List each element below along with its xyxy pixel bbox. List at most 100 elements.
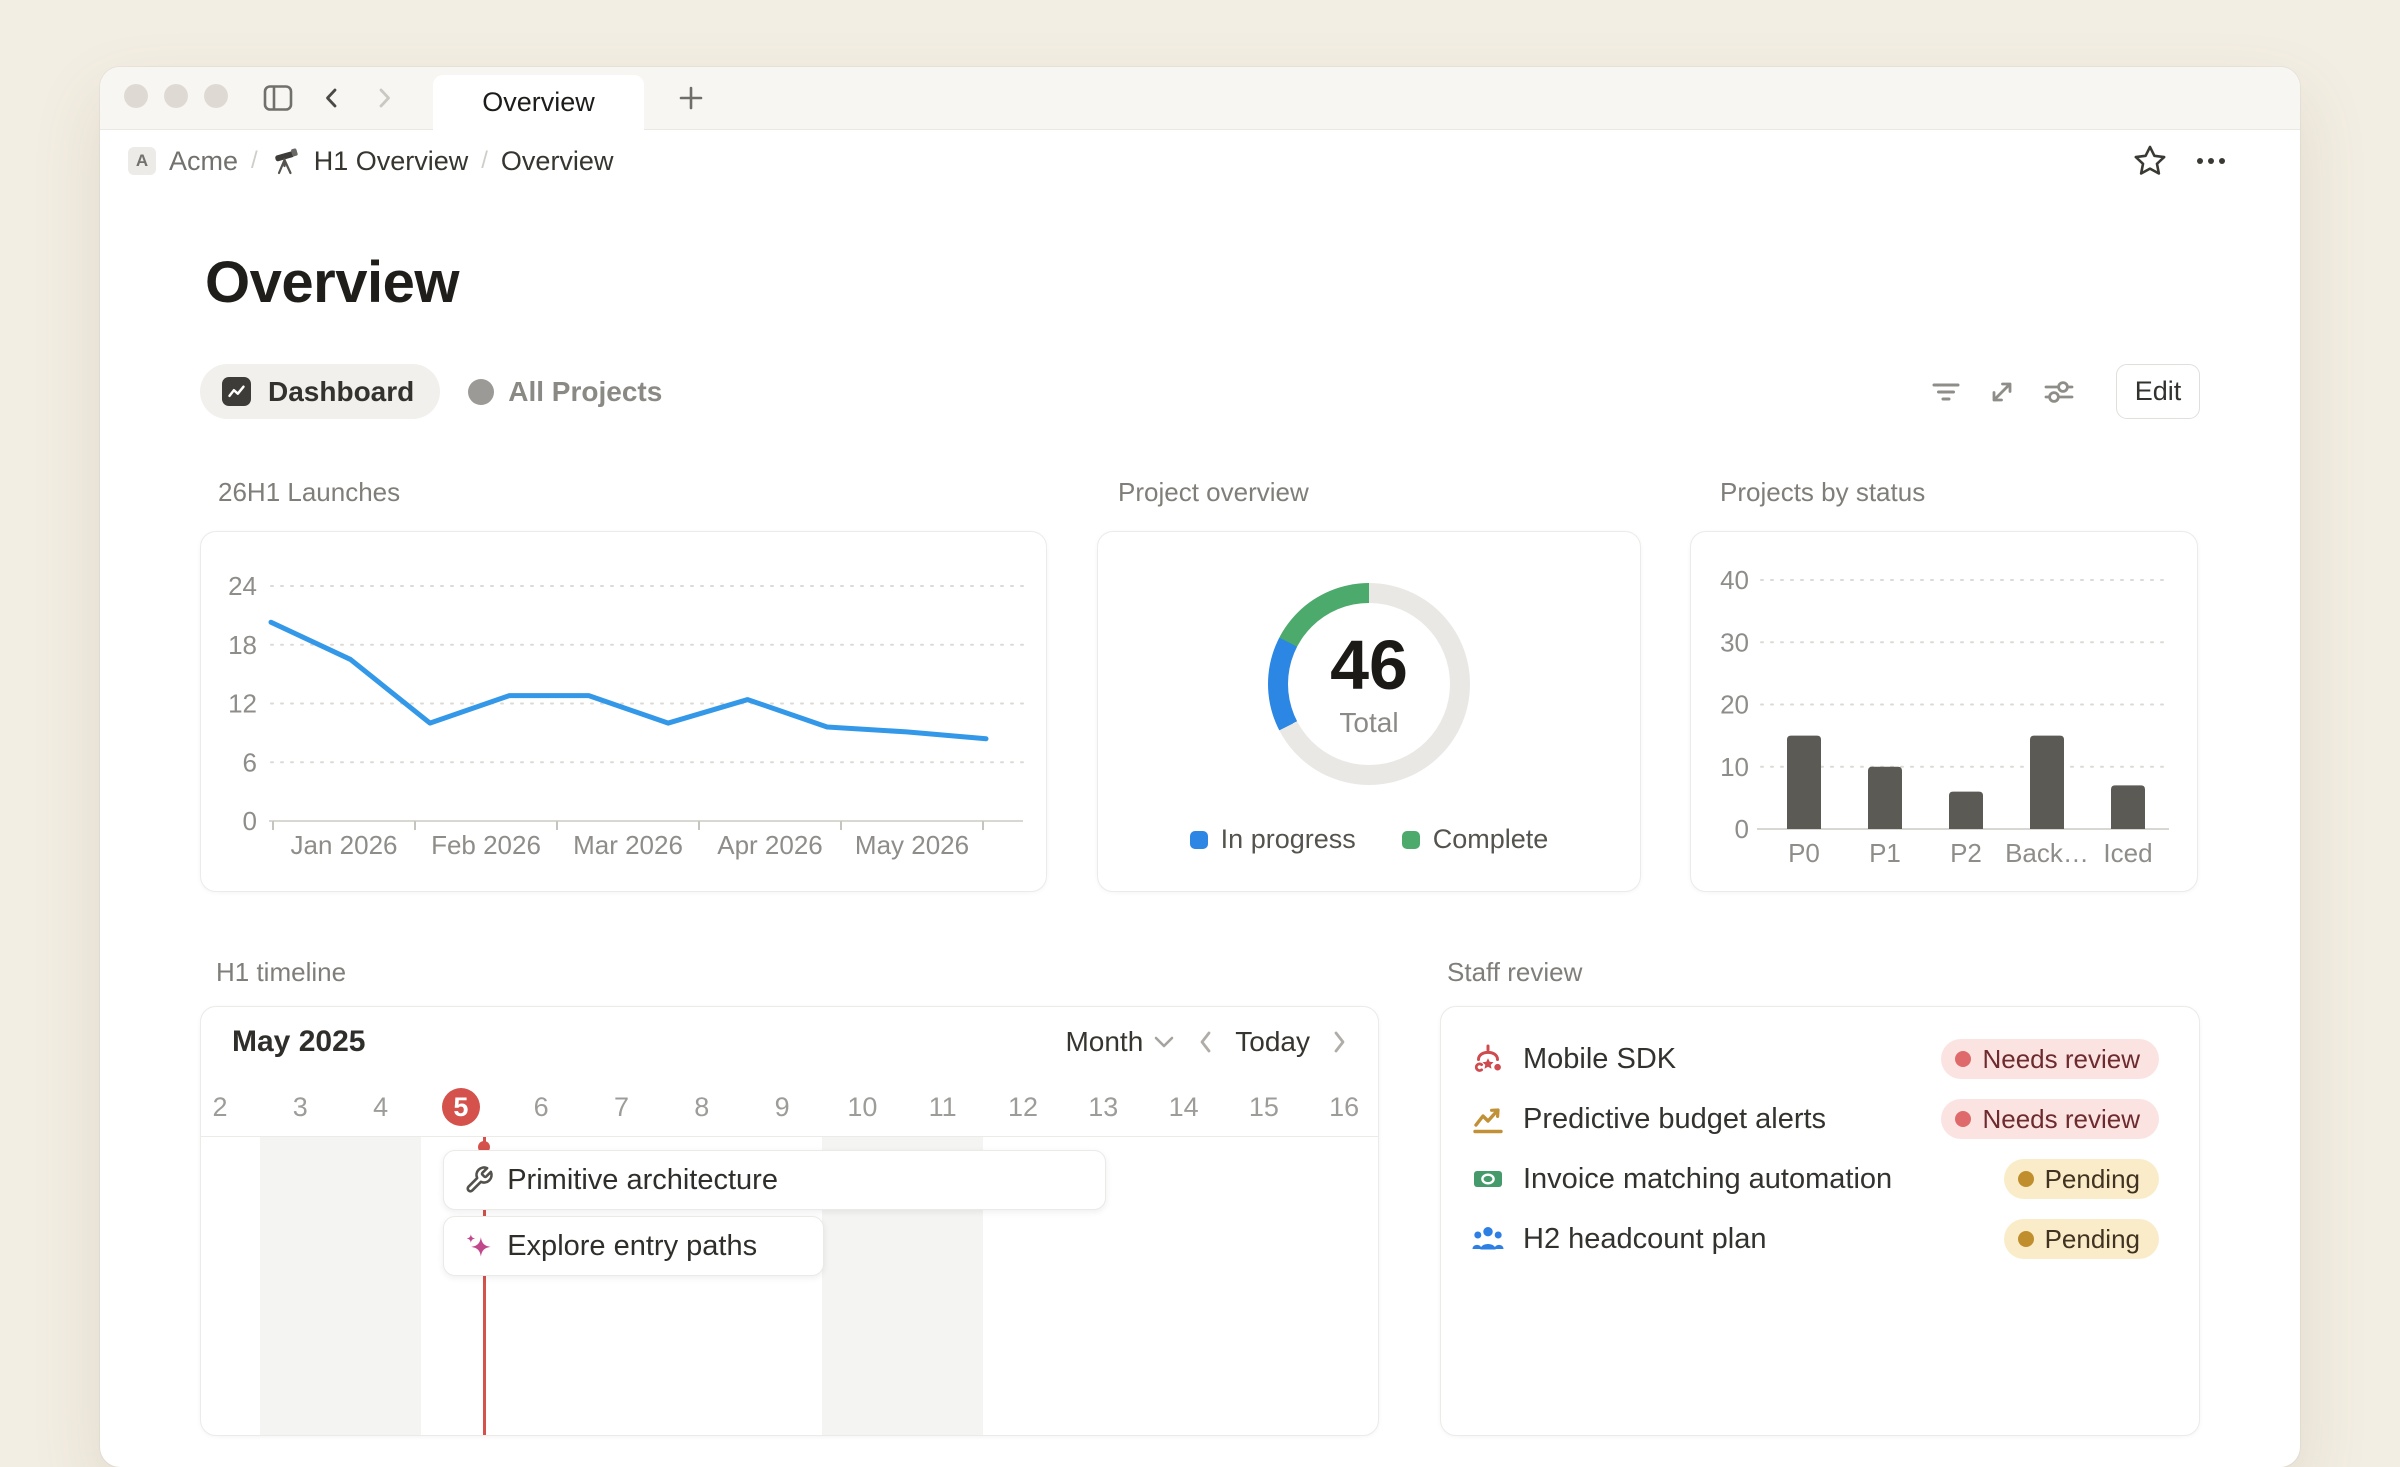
timeline-prev-icon[interactable] [1197,1030,1213,1054]
svg-text:12: 12 [228,689,257,719]
svg-text:0: 0 [243,806,257,836]
more-options-icon[interactable] [2194,155,2228,167]
view-tab-label: Dashboard [268,376,414,408]
chevron-down-icon [1153,1035,1175,1049]
window-zoom-button[interactable] [204,84,228,108]
status-badge[interactable]: Pending [2004,1219,2159,1259]
donut-total-caption: Total [1339,707,1398,739]
staff-review-row[interactable]: H2 headcount plan Pending [1441,1209,2199,1269]
timeline-day[interactable]: 7 [582,1077,662,1137]
donut-legend: In progressComplete [1098,824,1640,855]
staff-item-label: Predictive budget alerts [1523,1103,1923,1136]
section-title-timeline: H1 timeline [216,957,346,988]
timeline-day[interactable]: 4 [341,1077,421,1137]
view-tab-label: All Projects [508,376,662,408]
status-bar-chart: 010203040P0P1P2Back…Iced [1691,532,2199,893]
staff-review-card: Mobile SDKNeeds reviewPredictive budget … [1440,1006,2200,1436]
timeline-day[interactable]: 2 [200,1077,260,1137]
timeline-day[interactable]: 3 [260,1077,340,1137]
staff-item-label: H2 headcount plan [1523,1223,1986,1256]
timeline-day[interactable]: 9 [742,1077,822,1137]
status-bar-chart-card: 010203040P0P1P2Back…Iced [1690,531,2198,892]
expand-arrows-icon[interactable] [1986,376,2018,408]
svg-text:18: 18 [228,630,257,660]
view-tab-all-projects[interactable]: All Projects [468,376,662,408]
timeline-day[interactable]: 6 [501,1077,581,1137]
timeline-day[interactable]: 15 [1224,1077,1304,1137]
breadcrumb: A Acme / H1 Overview / Overview [128,146,613,177]
legend-swatch [1190,831,1208,849]
sparkles-icon [464,1231,494,1261]
timeline-next-icon[interactable] [1332,1030,1348,1054]
view-tab-dashboard[interactable]: Dashboard [200,364,440,419]
timeline-event-card[interactable]: Explore entry paths [443,1216,824,1276]
legend-item: In progress [1190,824,1356,855]
page-title[interactable]: Overview [205,249,459,316]
breadcrumb-toolbar: A Acme / H1 Overview / Overview [100,130,2300,192]
timeline-today-button[interactable]: Today [1235,1026,1310,1058]
filter-icon[interactable] [1930,377,1962,407]
status-label: Pending [2045,1224,2140,1255]
section-title-staff: Staff review [1447,957,1582,988]
svg-text:0: 0 [1735,814,1749,844]
svg-text:Back…: Back… [2005,838,2089,868]
timeline-day[interactable]: 11 [903,1077,983,1137]
timeline-day[interactable]: 12 [983,1077,1063,1137]
wrench-icon [464,1165,494,1195]
new-tab-icon[interactable] [678,85,704,111]
legend-swatch [1402,831,1420,849]
window-tab-overview[interactable]: Overview [433,75,644,130]
svg-text:Apr 2026: Apr 2026 [717,830,823,860]
breadcrumb-workspace[interactable]: Acme [169,146,238,177]
breadcrumb-current-page[interactable]: Overview [501,146,614,177]
svg-text:May 2026: May 2026 [855,830,969,860]
svg-text:10: 10 [1720,752,1749,782]
chart-increase-icon [1471,1102,1505,1136]
edit-button[interactable]: Edit [2116,364,2200,419]
nav-forward-icon[interactable] [372,86,396,110]
tab-title: Overview [482,87,595,118]
sidebar-toggle-icon[interactable] [263,84,293,113]
breadcrumb-parent-page[interactable]: H1 Overview [314,146,469,177]
dashboard-chart-icon [222,377,251,406]
status-dot [2018,1171,2034,1187]
svg-text:24: 24 [228,571,257,601]
weekend-shade [260,1137,420,1435]
banknote-icon [1471,1162,1505,1196]
svg-text:P0: P0 [1788,838,1820,868]
status-dot [2018,1231,2034,1247]
timeline-zoom-select[interactable]: Month [1065,1026,1175,1058]
workspace-avatar[interactable]: A [128,147,156,175]
timeline-day[interactable]: 13 [1063,1077,1143,1137]
status-label: Needs review [1982,1104,2140,1135]
status-badge[interactable]: Pending [2004,1159,2159,1199]
staff-review-row[interactable]: Invoice matching automationPending [1441,1149,2199,1209]
telescope-icon [271,146,301,176]
timeline-card: May 2025 Month Today 2345678910111213141… [200,1006,1379,1436]
timeline-day[interactable]: 5 [421,1077,501,1137]
timeline-body: Primitive architecture Explore entry path… [201,1137,1378,1435]
favorite-star-icon[interactable] [2132,143,2168,179]
chart-title-project-overview: Project overview [1118,477,1309,508]
staff-review-row[interactable]: Mobile SDKNeeds review [1441,1029,2199,1089]
staff-review-row[interactable]: Predictive budget alerts Needs review [1441,1089,2199,1149]
timeline-day[interactable]: 8 [662,1077,742,1137]
timeline-event-title: Explore entry paths [507,1230,757,1263]
timeline-day[interactable]: 14 [1144,1077,1224,1137]
timeline-event-card[interactable]: Primitive architecture [443,1150,1105,1210]
status-label: Pending [2045,1164,2140,1195]
window-close-button[interactable] [124,84,148,108]
status-dot [1955,1051,1971,1067]
database-view-icon [468,379,494,405]
timeline-day[interactable]: 10 [822,1077,902,1137]
timeline-day[interactable]: 16 [1304,1077,1379,1137]
status-badge[interactable]: Needs review [1941,1039,2159,1079]
status-badge[interactable]: Needs review [1941,1099,2159,1139]
timeline-month-title: May 2025 [232,1025,365,1059]
nav-back-icon[interactable] [320,86,344,110]
svg-text:Iced: Iced [2103,838,2152,868]
chart-title-by-status: Projects by status [1720,477,1925,508]
window-tab-bar: Overview [100,67,2300,130]
window-minimize-button[interactable] [164,84,188,108]
view-settings-sliders-icon[interactable] [2042,376,2076,408]
